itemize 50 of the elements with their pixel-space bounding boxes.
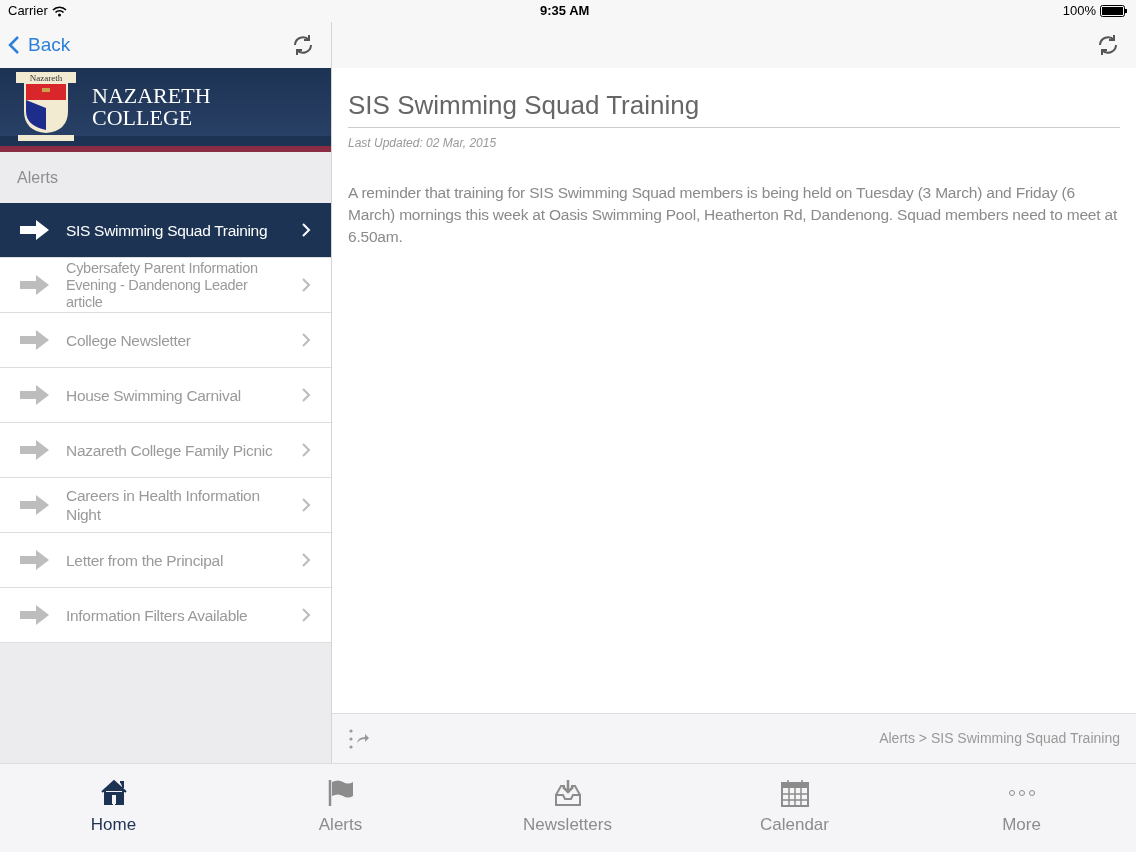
clock-time: 9:35 AM <box>540 2 590 21</box>
tab-bar-item[interactable]: Calendar <box>681 764 908 852</box>
arrow-icon <box>20 439 50 461</box>
back-chevron-icon <box>8 35 20 55</box>
last-updated: Last Updated: 02 Mar, 2015 <box>348 135 498 153</box>
wifi-icon <box>51 5 67 17</box>
college-name: NAZARETH <box>92 85 211 107</box>
arrow-icon <box>20 329 50 351</box>
alert-item[interactable]: Cybersafety Parent Information Evening - Dandenong Leader article <box>0 258 331 313</box>
refresh-icon[interactable] <box>291 33 315 57</box>
chevron-icon <box>302 333 311 347</box>
section-label: Alerts <box>17 167 58 188</box>
chevron-icon <box>302 388 311 402</box>
college-name: COLLEGE <box>92 107 194 129</box>
alert-item[interactable]: House Swimming Carnival <box>0 368 331 423</box>
chevron-icon <box>302 498 311 512</box>
tab-bar-item[interactable]: More <box>908 764 1135 852</box>
calendar-icon <box>779 778 810 809</box>
arrow-icon <box>20 549 50 571</box>
carrier-name: Carrier <box>8 2 48 21</box>
tab-bar-item[interactable]: Alerts <box>227 764 454 852</box>
breadcrumb: Alerts > SIS Swimming Squad Training <box>879 729 1120 748</box>
alert-item[interactable]: Careers in Health Information Night <box>0 478 331 533</box>
arrow-icon <box>20 494 50 516</box>
alert-item[interactable]: Information Filters Available <box>0 588 331 643</box>
alert-item[interactable]: Letter from the Principal <box>0 533 331 588</box>
arrow-icon <box>20 219 50 241</box>
tab-bar-item[interactable]: Home <box>0 764 227 852</box>
inbox-download-icon <box>552 778 583 809</box>
tab-bar-item[interactable]: Newsletters <box>454 764 681 852</box>
crest-logo: Nazareth <box>16 72 76 142</box>
chevron-icon <box>302 608 311 622</box>
more-icon <box>1008 790 1035 797</box>
alert-item[interactable]: Nazareth College Family Picnic <box>0 423 331 478</box>
arrow-icon <box>20 384 50 406</box>
battery-percent: 100% <box>1062 2 1096 21</box>
alert-item[interactable]: College Newsletter <box>0 313 331 368</box>
chevron-icon <box>302 443 311 457</box>
chevron-icon <box>302 223 311 237</box>
share-icon[interactable] <box>348 727 370 750</box>
back-button[interactable]: Back <box>0 30 71 60</box>
article-body: A reminder that training for SIS Swimming Squad members is being held on Tuesday (3 March) and Friday (6 March) mornings this week at Oasis Swimming Pool, Heatherton Rd, Dandenong. Squad members need to meet at 6.50am. <box>348 183 1119 248</box>
chevron-icon <box>302 553 311 567</box>
refresh-icon[interactable] <box>1096 33 1120 57</box>
battery-icon <box>1100 5 1128 17</box>
chevron-icon <box>302 278 311 292</box>
article-title: SIS Swimming Squad Training <box>348 90 1120 129</box>
arrow-icon <box>20 604 50 626</box>
alert-item[interactable]: SIS Swimming Squad Training <box>0 203 331 258</box>
arrow-icon <box>20 274 50 296</box>
